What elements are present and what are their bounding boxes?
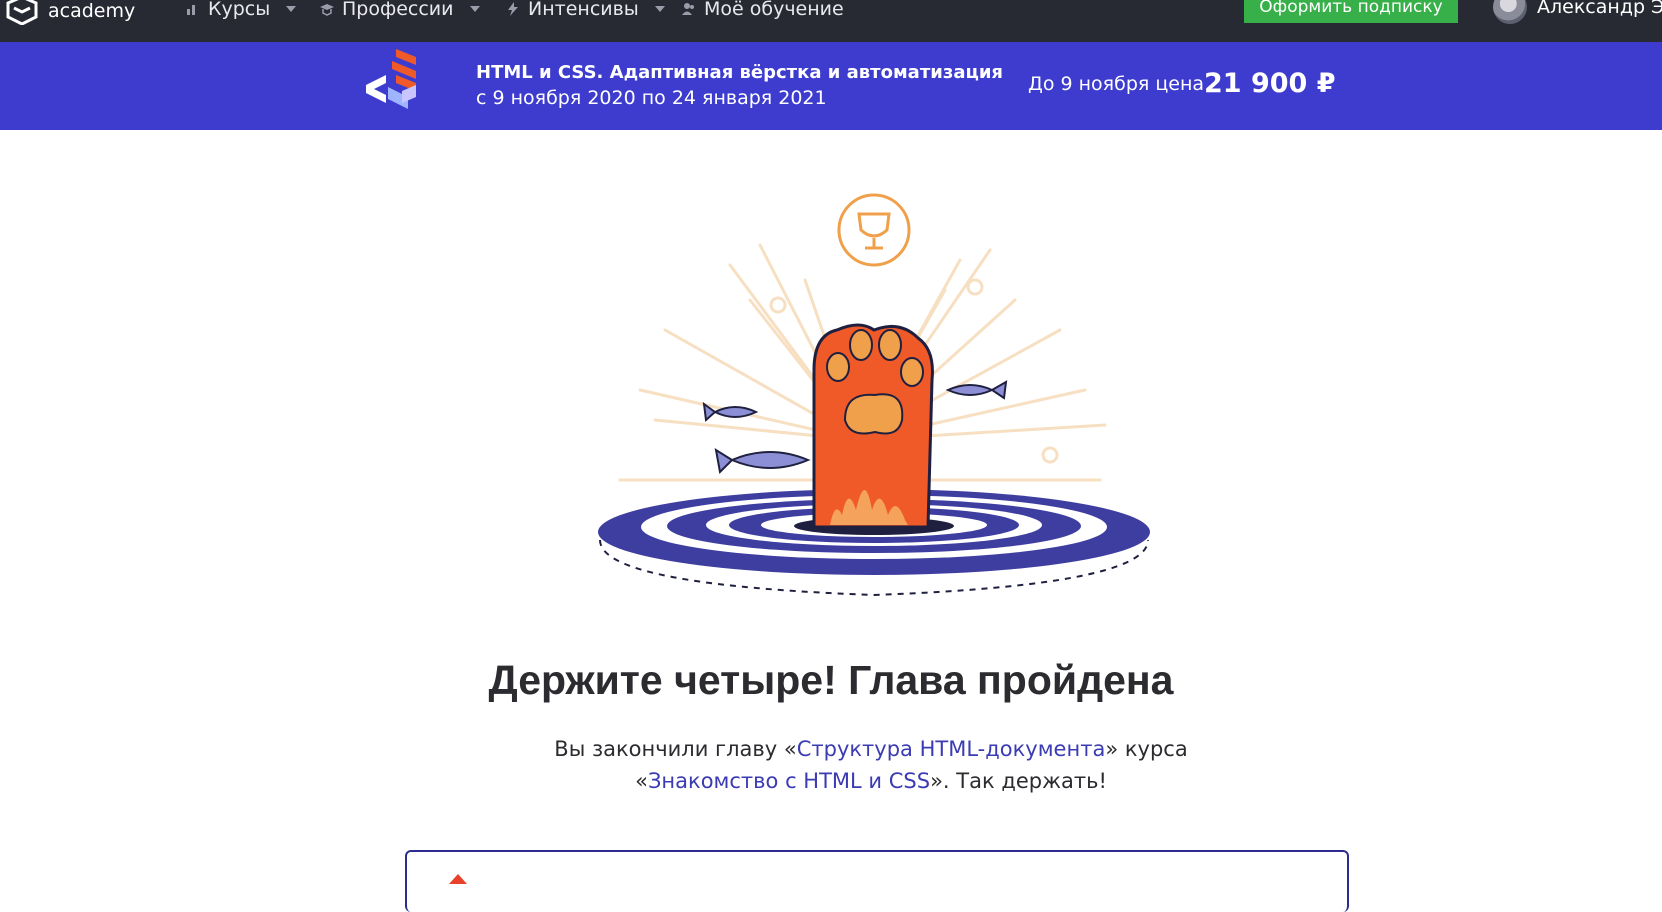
fish-icon: [714, 447, 811, 475]
user-menu[interactable]: Александр Э: [1493, 0, 1662, 24]
chevron-down-icon: [469, 6, 480, 12]
academy-logo-icon: [6, 0, 38, 25]
user-name: Александр Э: [1537, 0, 1662, 18]
chapter-link[interactable]: Структура HTML-документа: [797, 737, 1106, 761]
courses-icon: [187, 5, 195, 15]
academy-logo[interactable]: academy: [6, 0, 135, 31]
fish-icon: [945, 380, 1008, 400]
subscribe-button[interactable]: Оформить подписку: [1244, 0, 1458, 23]
desc-suffix: ». Так держать!: [930, 769, 1107, 793]
promo-dates: с 9 ноября 2020 по 24 января 2021: [476, 87, 827, 109]
avatar: [1493, 0, 1527, 24]
nav-intensives-label: Интенсивы: [528, 0, 639, 20]
graduation-cap-icon: [320, 4, 334, 16]
nav-professions[interactable]: Профессии: [320, 0, 480, 23]
course-link[interactable]: Знакомство с HTML и CSS: [648, 769, 930, 793]
nav-my-learning[interactable]: Моё обучение: [682, 0, 844, 23]
nav-my-learning-label: Моё обучение: [704, 0, 844, 20]
lightning-icon: [508, 2, 518, 16]
logo-text: academy: [48, 0, 136, 22]
course-logo-icon: [366, 49, 416, 109]
promo-banner[interactable]: HTML и CSS. Адаптивная вёрстка и автомат…: [0, 42, 1662, 130]
paw-icon: [812, 323, 934, 529]
chevron-down-icon: [286, 6, 297, 12]
promo-price: 21 900 ₽: [1204, 68, 1336, 99]
chevron-down-icon: [654, 6, 665, 12]
nav-courses-label: Курсы: [208, 0, 271, 20]
card-icon: [449, 874, 467, 884]
desc-prefix: Вы закончили главу «: [554, 737, 797, 761]
nav-professions-label: Профессии: [342, 0, 454, 20]
chapter-description: Вы закончили главу «Структура HTML-докум…: [481, 733, 1261, 797]
nav-courses[interactable]: Курсы: [186, 0, 297, 23]
trophy-icon: [837, 193, 911, 267]
promo-price-label: До 9 ноября цена: [1028, 73, 1205, 95]
top-navigation: academy Курсы Профессии Интенсивы Моё об…: [0, 0, 1662, 42]
users-icon: [682, 3, 694, 15]
page-title: Держите четыре! Глава пройдена: [488, 657, 1174, 703]
chapter-complete-illustration: [598, 193, 1150, 597]
nav-intensives[interactable]: Интенсивы: [506, 0, 665, 23]
next-card[interactable]: [405, 850, 1349, 912]
promo-title: HTML и CSS. Адаптивная вёрстка и автомат…: [476, 62, 1003, 83]
